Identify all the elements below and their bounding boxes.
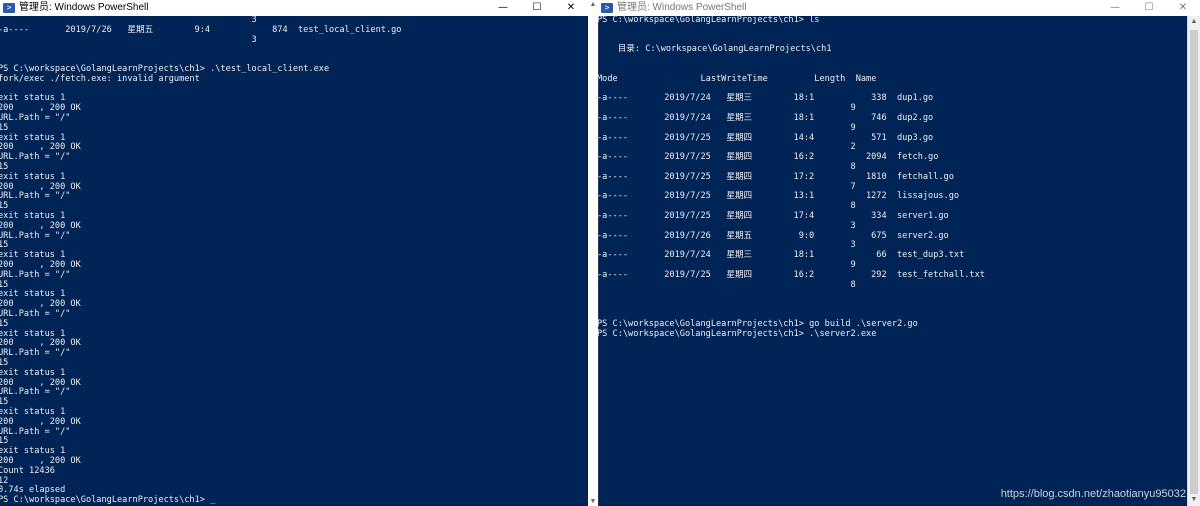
maximize-button[interactable]: ☐ <box>520 0 554 16</box>
maximize-button[interactable]: ☐ <box>1132 0 1166 16</box>
console-line: URL.Path = "/" <box>0 191 71 202</box>
close-button[interactable]: ✕ <box>554 0 588 16</box>
powershell-icon: > <box>3 3 15 13</box>
minimize-button[interactable]: — <box>486 0 520 16</box>
window-title: 管理员: Windows PowerShell <box>617 2 747 13</box>
console-line: URL.Path = "/" <box>0 269 71 280</box>
window-divider: ▲ ▼ <box>588 0 598 506</box>
vertical-scrollbar[interactable]: ▲ ▼ <box>1187 16 1200 506</box>
title-bar[interactable]: > 管理员: Windows PowerShell — ☐ ✕ <box>0 0 588 16</box>
console-line: URL.Path = "/" <box>0 113 71 123</box>
scroll-up-icon: ▲ <box>589 1 597 8</box>
console-line: URL.Path = "/" <box>0 348 71 359</box>
minimize-button[interactable]: — <box>1098 0 1132 16</box>
console-line: Count 12436 <box>0 465 55 476</box>
console-line: URL.Path = "/" <box>0 152 71 163</box>
powershell-window-left[interactable]: > 管理员: Windows PowerShell — ☐ ✕ 3 -a---- … <box>0 0 588 506</box>
console-line: PS C:\workspace\GolangLearnProjects\ch1>… <box>0 495 216 506</box>
title-bar[interactable]: > 管理员: Windows PowerShell — ☐ ✕ <box>598 0 1200 16</box>
powershell-icon: > <box>601 3 613 13</box>
console-line: Mode LastWriteTime Length Name <box>598 73 877 84</box>
scroll-down-icon: ▼ <box>589 498 597 505</box>
console-output[interactable]: 3 -a---- 2019/7/26 星期五 9:4 874 test_local… <box>0 15 588 506</box>
window-title: 管理员: Windows PowerShell <box>19 2 149 13</box>
console-line: URL.Path = "/" <box>0 387 71 398</box>
console-line: URL.Path = "/" <box>0 309 71 319</box>
console-line: 目录: C:\workspace\GolangLearnProjects\ch1 <box>598 44 832 55</box>
console-line: URL.Path = "/" <box>0 426 71 437</box>
scrollbar-thumb[interactable] <box>1190 30 1198 494</box>
console-line: URL.Path = "/" <box>0 230 71 241</box>
console-line: PS C:\workspace\GolangLearnProjects\ch1>… <box>598 328 877 339</box>
scroll-up-icon[interactable]: ▲ <box>1188 16 1200 28</box>
console-line: 3 <box>0 34 257 45</box>
close-button[interactable]: ✕ <box>1166 0 1200 16</box>
console-line: 8 <box>598 279 856 290</box>
console-line: fork/exec ./fetch.exe: invalid argument <box>0 73 200 84</box>
console-line: PS C:\workspace\GolangLearnProjects\ch1>… <box>598 15 820 25</box>
scroll-down-icon[interactable]: ▼ <box>1188 494 1200 506</box>
powershell-window-right[interactable]: > 管理员: Windows PowerShell — ☐ ✕ PS C:\wo… <box>598 0 1200 506</box>
console-output[interactable]: PS C:\workspace\GolangLearnProjects\ch1>… <box>598 15 1188 506</box>
watermark: https://blog.csdn.net/zhaotianyu95032 <box>1000 488 1186 500</box>
